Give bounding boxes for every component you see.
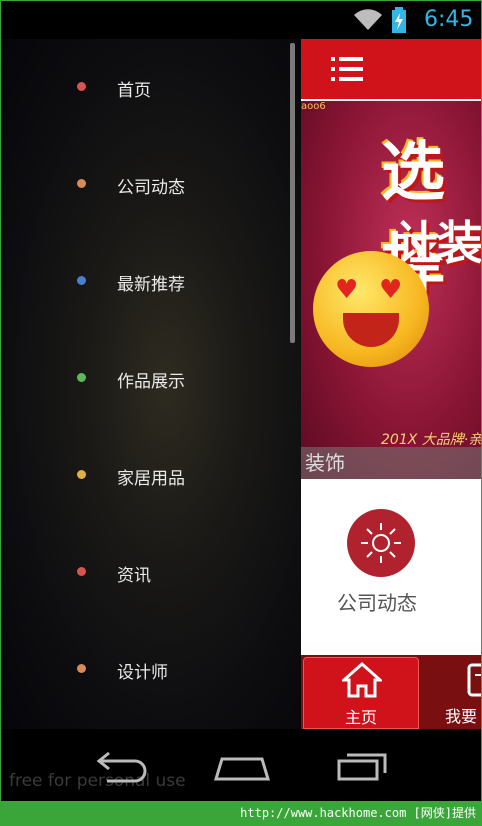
drawer-item-home[interactable]: 首页 — [1, 39, 290, 136]
back-icon[interactable] — [95, 747, 149, 783]
doc-icon — [467, 663, 481, 697]
banner-top-strip: aoo6 — [301, 101, 326, 112]
drawer-item-label: 首页 — [117, 81, 151, 101]
home-nav-icon[interactable] — [213, 747, 271, 783]
app-content: aoo6 选择 让装 ♥ ♥ 201X 大品牌·亲 装饰 公司动态 主页 我要 — [301, 39, 481, 729]
drawer-scrollbar[interactable] — [290, 43, 295, 343]
credit-footer: http://www.hackhome.com [网侠]提供 — [0, 801, 482, 826]
drawer-item-company-news[interactable]: 公司动态 — [1, 136, 290, 233]
nav-drawer: 首页 公司动态 最新推荐 作品展示 家居用品 资讯 设计师 — [1, 39, 301, 729]
battery-charging-icon — [392, 7, 406, 33]
drawer-item-news[interactable]: 资讯 — [1, 524, 290, 621]
app-header — [301, 39, 481, 99]
tab-home[interactable]: 主页 — [303, 657, 419, 729]
bullet-dot — [77, 664, 86, 673]
drawer-item-label: 设计师 — [117, 663, 168, 683]
bullet-dot — [77, 276, 86, 285]
menu-icon[interactable] — [331, 56, 363, 82]
home-icon — [342, 662, 382, 698]
tab-home-label: 主页 — [344, 708, 377, 727]
drawer-item-label: 作品展示 — [117, 372, 185, 392]
wifi-icon — [354, 9, 382, 30]
card-label: 公司动态 — [337, 591, 417, 615]
company-news-card[interactable]: 公司动态 — [301, 479, 481, 655]
drawer-item-label: 家居用品 — [117, 469, 185, 489]
status-bar: 6:45 — [1, 1, 481, 39]
tab-second[interactable]: 我要 — [431, 657, 481, 729]
drawer-item-latest[interactable]: 最新推荐 — [1, 233, 290, 330]
drawer-item-designer[interactable]: 设计师 — [1, 621, 290, 718]
device-screen: 6:45 aoo6 选择 让装 ♥ ♥ 201X 大品牌·亲 装饰 公司动态 主… — [1, 1, 481, 801]
promo-banner[interactable]: aoo6 选择 让装 ♥ ♥ 201X 大品牌·亲 装饰 — [301, 101, 481, 479]
sun-icon — [347, 509, 415, 577]
drawer-item-label: 资讯 — [117, 566, 151, 586]
drawer-item-label: 公司动态 — [117, 178, 185, 198]
bullet-dot — [77, 567, 86, 576]
smiley-image: ♥ ♥ — [313, 251, 429, 367]
tab-second-label: 我要 — [445, 707, 478, 726]
clock: 6:45 — [424, 7, 474, 32]
banner-promo-text: 201X 大品牌·亲 — [381, 432, 481, 448]
drawer-item-home-goods[interactable]: 家居用品 — [1, 427, 290, 524]
bottom-tab-bar: 主页 我要 — [301, 655, 481, 729]
drawer-item-label: 最新推荐 — [117, 275, 185, 295]
bullet-dot — [77, 82, 86, 91]
banner-caption: 装饰 — [301, 447, 481, 479]
drawer-item-portfolio[interactable]: 作品展示 — [1, 330, 290, 427]
bullet-dot — [77, 373, 86, 382]
recents-icon[interactable] — [335, 747, 391, 783]
bullet-dot — [77, 179, 86, 188]
system-nav-bar: free for personal use — [1, 729, 481, 801]
bullet-dot — [77, 470, 86, 479]
